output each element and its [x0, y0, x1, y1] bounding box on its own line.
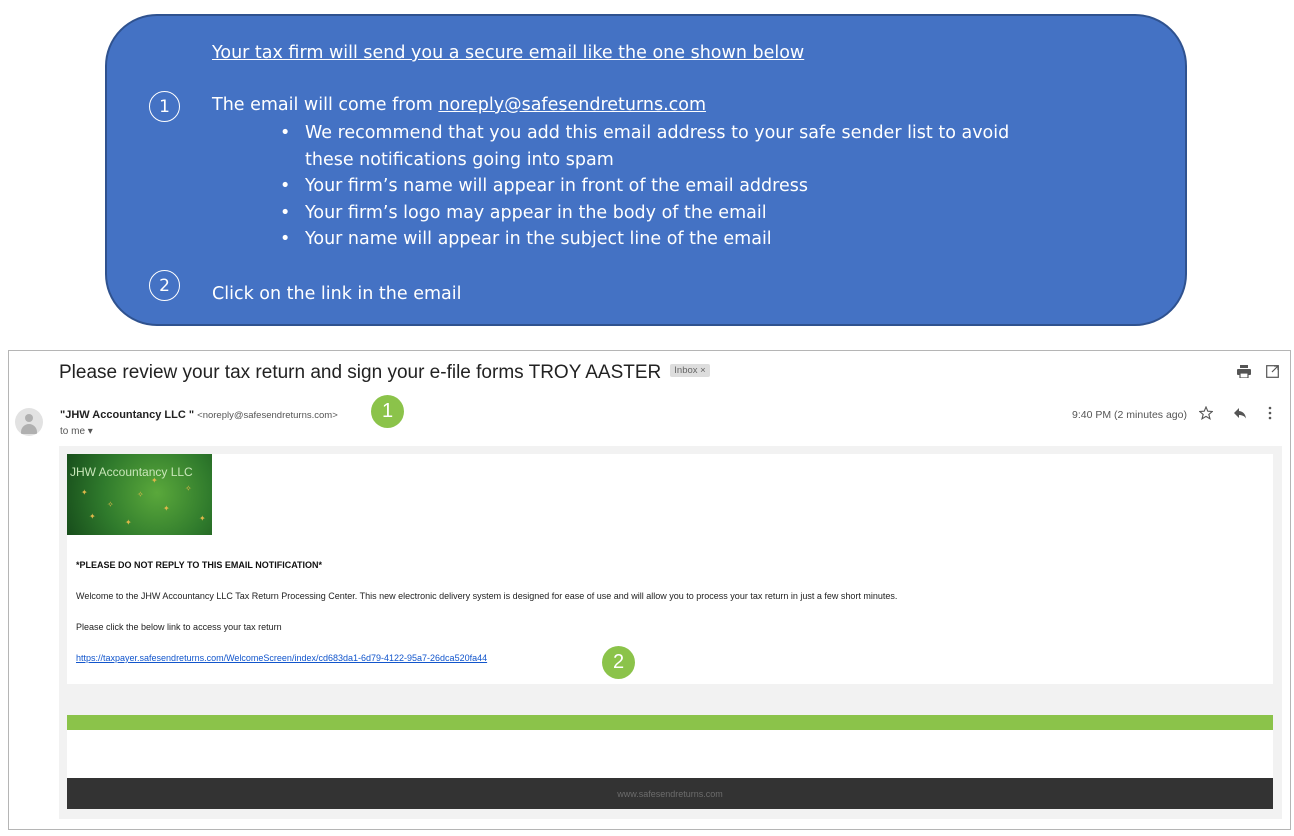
email-subject: Please review your tax return and sign y…: [59, 362, 710, 384]
bullet-item: Your name will appear in the subject lin…: [277, 226, 1057, 253]
firm-logo: JHW Accountancy LLC ✦ ✧ ✦ ✧ ✦ ✦ ✧ ✦ ✦: [67, 454, 212, 535]
open-in-new-window-icon[interactable]: [1266, 365, 1279, 382]
sender-address: <noreply@safesendreturns.com>: [197, 410, 338, 421]
email-timestamp: 9:40 PM (2 minutes ago): [1072, 409, 1187, 421]
more-options-icon[interactable]: [1268, 406, 1272, 424]
sender-line: "JHW Accountancy LLC " <noreply@safesend…: [60, 409, 338, 421]
welcome-paragraph: Welcome to the JHW Accountancy LLC Tax R…: [76, 591, 898, 601]
bullet-item: Your firm’s name will appear in front of…: [277, 173, 1057, 200]
do-not-reply-notice: *PLEASE DO NOT REPLY TO THIS EMAIL NOTIF…: [76, 560, 323, 570]
footer-website[interactable]: www.safesendreturns.com: [617, 789, 723, 799]
email-footer: www.safesendreturns.com: [67, 778, 1273, 809]
firm-logo-text: JHW Accountancy LLC: [70, 465, 193, 479]
recipient-details-toggle[interactable]: to me ▾: [60, 426, 93, 437]
avatar-icon: [15, 408, 43, 436]
star-icon[interactable]: [1198, 405, 1214, 424]
reply-icon[interactable]: [1233, 406, 1247, 423]
step-1-text: The email will come from noreply@safesen…: [212, 95, 706, 115]
email-body: JHW Accountancy LLC ✦ ✧ ✦ ✧ ✦ ✦ ✧ ✦ ✦ *P…: [59, 446, 1282, 819]
tax-return-link[interactable]: https://taxpayer.safesendreturns.com/Wel…: [76, 653, 487, 663]
step-1-label: The email will come from: [212, 95, 439, 115]
sender-email-address: noreply@safesendreturns.com: [438, 95, 707, 115]
step-2-number: 2: [149, 270, 180, 301]
callout-heading: Your tax firm will send you a secure ema…: [212, 43, 805, 63]
bullet-item: We recommend that you add this email add…: [277, 120, 1057, 173]
step-1-number: 1: [149, 91, 180, 122]
green-divider-bar: [67, 715, 1273, 730]
step-2-marker: 2: [602, 646, 635, 679]
sender-name[interactable]: "JHW Accountancy LLC ": [60, 409, 194, 421]
email-content-card: JHW Accountancy LLC ✦ ✧ ✦ ✧ ✦ ✦ ✧ ✦ ✦ *P…: [67, 454, 1273, 684]
step-1-marker: 1: [371, 395, 404, 428]
step-1-bullet-list: We recommend that you add this email add…: [277, 120, 1057, 253]
instruction-callout: Your tax firm will send you a secure ema…: [105, 14, 1187, 326]
inbox-label-chip[interactable]: Inbox ×: [670, 364, 710, 378]
bullet-item: Your firm’s logo may appear in the body …: [277, 200, 1057, 227]
email-view: Please review your tax return and sign y…: [8, 350, 1291, 830]
subject-text: Please review your tax return and sign y…: [59, 362, 662, 383]
step-2-text: Click on the link in the email: [212, 284, 462, 304]
print-icon[interactable]: [1237, 365, 1251, 382]
footer-spacer: [67, 730, 1273, 778]
instruction-paragraph: Please click the below link to access yo…: [76, 622, 282, 632]
